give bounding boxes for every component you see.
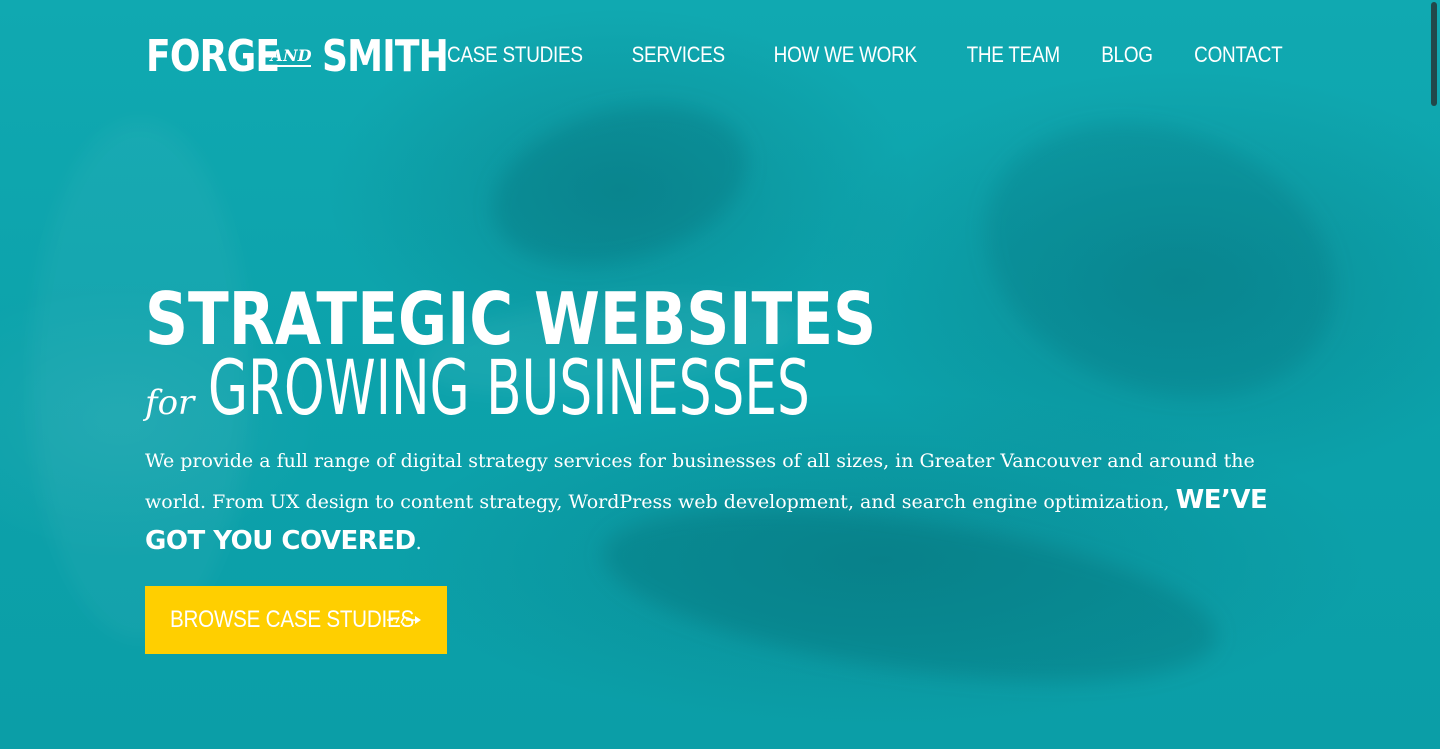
hero-headline-line2: GROWING BUSINESSES [208,343,811,432]
browse-case-studies-button[interactable]: BROWSE CASE STUDIES [145,586,447,654]
hero-intro-end: . [415,532,422,554]
logo-smith-text: SMITH [322,31,449,82]
nav-how-we-work[interactable]: HOW WE WORK [774,40,918,70]
nav-contact[interactable]: CONTACT [1195,40,1283,70]
hero-headline-for: for [145,383,195,423]
hero-headline-line2-wrap: for GROWING BUSINESSES [145,350,1305,426]
site-logo[interactable]: FORGE AND SMITH [146,34,452,80]
scrollbar-thumb[interactable] [1431,2,1437,106]
main-nav: CASE STUDIES SERVICES HOW WE WORK THE TE… [436,40,1290,70]
site-header: FORGE AND SMITH CASE STUDIES SERVICES HO… [0,0,1440,110]
nav-services[interactable]: SERVICES [632,40,726,70]
hero-section: STRATEGIC WEBSITES for GROWING BUSINESSE… [145,280,1305,426]
hero-intro-text: We provide a full range of digital strat… [145,450,1255,513]
browse-case-studies-label: BROWSE CASE STUDIES [170,606,414,633]
hero-intro-paragraph: We provide a full range of digital strat… [145,442,1305,563]
logo-forge-text: FORGE [146,31,280,82]
nav-blog[interactable]: BLOG [1102,40,1154,70]
page-scrollbar[interactable] [1428,0,1440,749]
nav-the-team[interactable]: THE TEAM [967,40,1061,70]
nav-case-studies[interactable]: CASE STUDIES [447,40,583,70]
